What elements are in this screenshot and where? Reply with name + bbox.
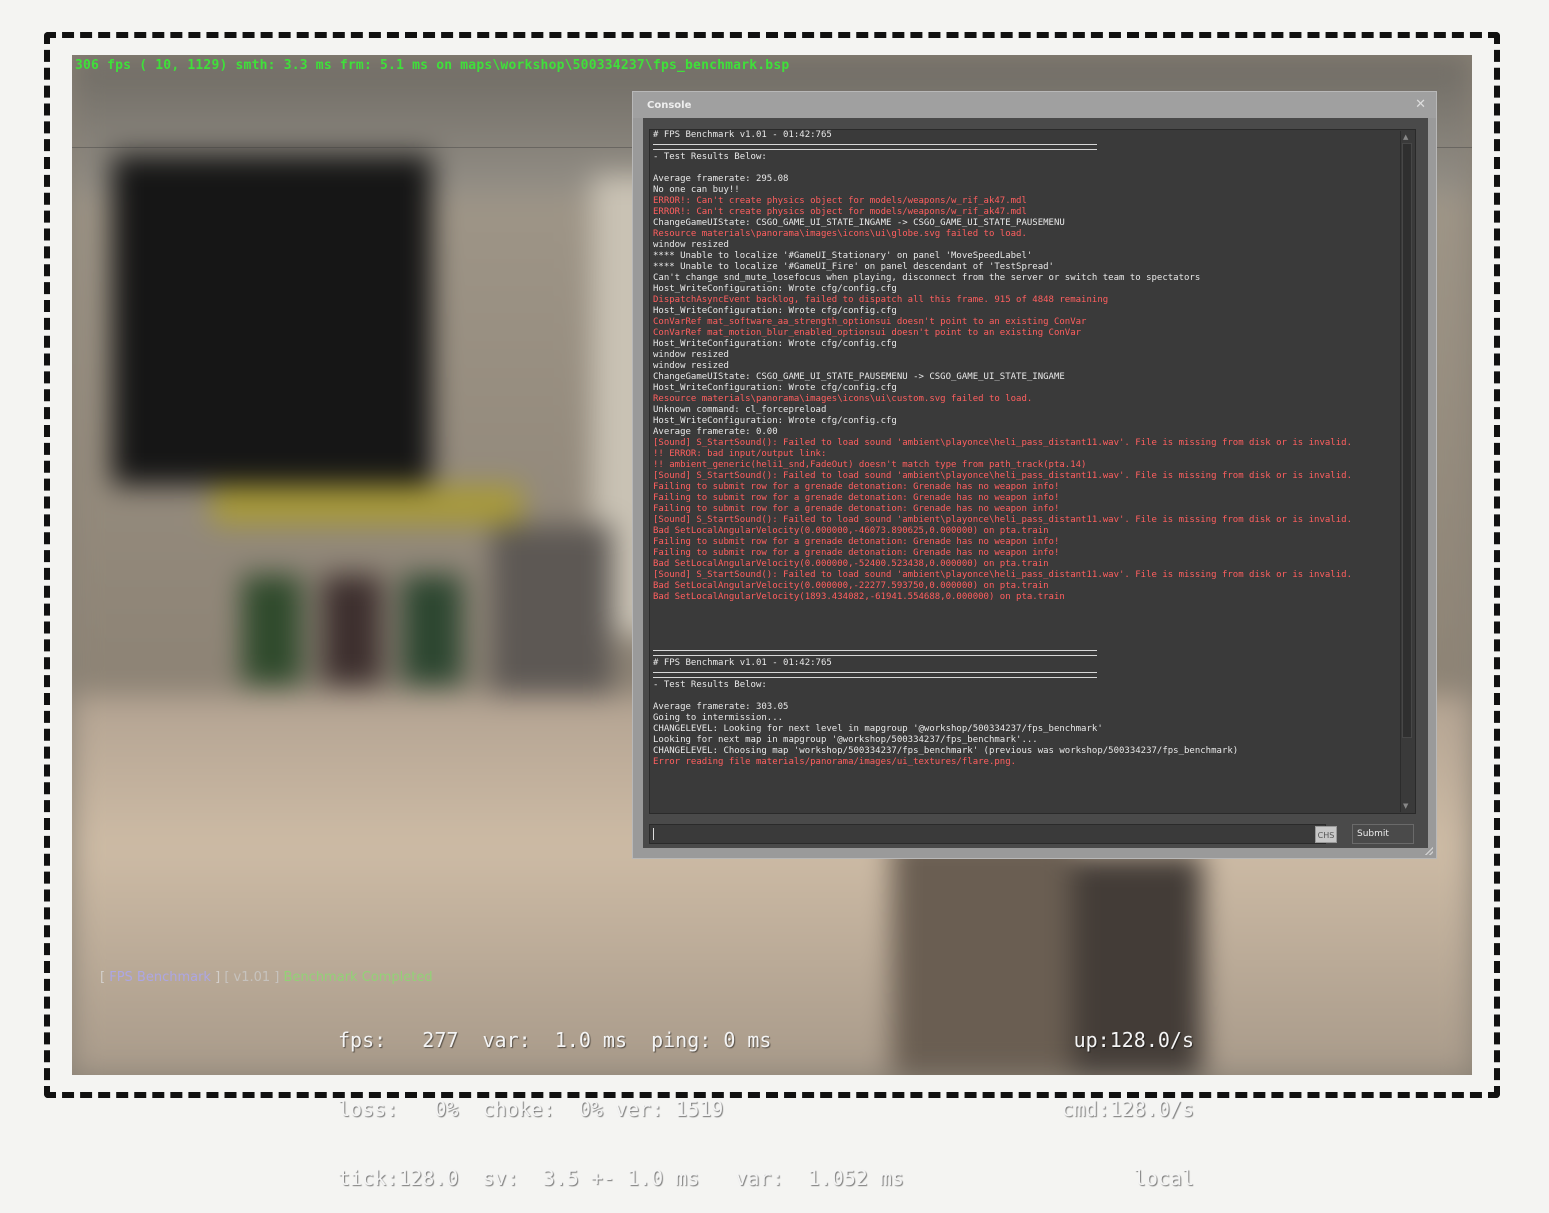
log-line: Bad SetLocalAngularVelocity(1893.434082,… — [653, 592, 1065, 602]
log-line: Failing to submit row for a grenade deto… — [653, 482, 1060, 492]
log-line: Failing to submit row for a grenade deto… — [653, 493, 1060, 503]
console-titlebar[interactable]: Console ✕ — [633, 92, 1436, 118]
netgraph-row: loss: 0% choke: 0% ver: 1519 — [338, 1097, 724, 1121]
netgraph-right: up:128.0/s cmd:128.0/s local — [1050, 983, 1194, 1213]
log-line: [Sound] S_StartSound(): Failed to load s… — [653, 570, 1352, 580]
log-line: Going to intermission... — [653, 713, 784, 723]
log-separator — [653, 669, 1393, 680]
log-line: - Test Results Below: — [653, 152, 767, 162]
log-separator — [653, 647, 1393, 658]
log-line: ChangeGameUIState: CSGO_GAME_UI_STATE_PA… — [653, 372, 1065, 382]
log-separator — [653, 141, 1393, 152]
console-command-input[interactable] — [649, 824, 1326, 844]
console-body: # FPS Benchmark v1.01 - 01:42:765 - Test … — [643, 118, 1428, 848]
log-line: Failing to submit row for a grenade deto… — [653, 537, 1060, 547]
log-line: Can't change snd_mute_losefocus when pla… — [653, 273, 1201, 283]
log-line: ConVarRef mat_motion_blur_enabled_option… — [653, 328, 1082, 338]
log-line: ConVarRef mat_software_aa_strength_optio… — [653, 317, 1087, 327]
log-line: DispatchAsyncEvent backlog, failed to di… — [653, 295, 1109, 305]
bracket-open: [ — [100, 970, 106, 985]
submit-button[interactable]: Submit — [1352, 824, 1414, 844]
log-line: Host_WriteConfiguration: Wrote cfg/confi… — [653, 383, 897, 393]
benchmark-version: [ v1.01 ] — [224, 970, 280, 985]
console-log-lines: # FPS Benchmark v1.01 - 01:42:765 - Test … — [653, 130, 1393, 768]
log-line: ERROR!: Can't create physics object for … — [653, 207, 1027, 217]
resize-grip-icon[interactable] — [1425, 847, 1433, 855]
log-line: window resized — [653, 361, 729, 371]
scroll-down-icon[interactable]: ▼ — [1403, 802, 1408, 810]
log-line: CHANGELEVEL: Choosing map 'workshop/5003… — [653, 746, 1239, 756]
log-line: CHANGELEVEL: Looking for next level in m… — [653, 724, 1103, 734]
log-line: Unknown command: cl_forcepreload — [653, 405, 827, 415]
log-line: window resized — [653, 240, 729, 250]
netgraph-row: local — [1133, 1166, 1194, 1190]
log-line: [Sound] S_StartSound(): Failed to load s… — [653, 438, 1352, 448]
netgraph-row: tick:128.0 sv: 3.5 +- 1.0 ms var: 1.052 … — [338, 1166, 904, 1190]
log-line: Host_WriteConfiguration: Wrote cfg/confi… — [653, 284, 897, 294]
netgraph-row: fps: 277 var: 1.0 ms ping: 0 ms — [338, 1028, 772, 1052]
fps-readout: 306 fps ( 10, 1129) smth: 3.3 ms frm: 5.… — [75, 58, 790, 73]
log-line: window resized — [653, 350, 729, 360]
log-line: !! ambient_generic(heli1_snd,FadeOut) do… — [653, 460, 1087, 470]
console-title: Console — [647, 100, 692, 111]
log-line: No one can buy!! — [653, 185, 740, 195]
log-line: **** Unable to localize '#GameUI_Station… — [653, 251, 1033, 261]
log-line: Failing to submit row for a grenade deto… — [653, 548, 1060, 558]
log-line: Average framerate: 303.05 — [653, 702, 789, 712]
scroll-thumb[interactable] — [1402, 143, 1412, 738]
close-icon[interactable]: ✕ — [1415, 97, 1426, 112]
log-line: Failing to submit row for a grenade deto… — [653, 504, 1060, 514]
log-line: Bad SetLocalAngularVelocity(0.000000,-46… — [653, 526, 1049, 536]
log-line: # FPS Benchmark v1.01 - 01:42:765 — [653, 658, 832, 668]
log-line: Bad SetLocalAngularVelocity(0.000000,-22… — [653, 581, 1049, 591]
netgraph-left: fps: 277 var: 1.0 ms ping: 0 ms loss: 0%… — [338, 983, 904, 1213]
log-line: ChangeGameUIState: CSGO_GAME_UI_STATE_IN… — [653, 218, 1065, 228]
benchmark-name: FPS Benchmark — [109, 970, 211, 985]
log-line: Host_WriteConfiguration: Wrote cfg/confi… — [653, 306, 897, 316]
log-line: - Test Results Below: — [653, 680, 767, 690]
log-line: Host_WriteConfiguration: Wrote cfg/confi… — [653, 339, 897, 349]
netgraph-row: cmd:128.0/s — [1061, 1097, 1194, 1121]
log-line: [Sound] S_StartSound(): Failed to load s… — [653, 471, 1352, 481]
log-line: Average framerate: 0.00 — [653, 427, 778, 437]
log-line: Average framerate: 295.08 — [653, 174, 789, 184]
log-line: **** Unable to localize '#GameUI_Fire' o… — [653, 262, 1054, 272]
console-log[interactable]: # FPS Benchmark v1.01 - 01:42:765 - Test … — [649, 129, 1416, 814]
log-line: Resource materials\panorama\images\icons… — [653, 229, 1027, 239]
log-line: !! ERROR: bad input/output link: — [653, 449, 827, 459]
bracket-close: ] — [215, 970, 221, 985]
log-line: Bad SetLocalAngularVelocity(0.000000,-52… — [653, 559, 1049, 569]
log-line: Resource materials\panorama\images\icons… — [653, 394, 1033, 404]
log-line: Host_WriteConfiguration: Wrote cfg/confi… — [653, 416, 897, 426]
log-line: Error reading file materials/panorama/im… — [653, 757, 1017, 767]
console-scrollbar[interactable]: ▲ ▼ — [1400, 131, 1414, 812]
ime-indicator[interactable]: CHS — [1315, 826, 1337, 843]
log-line: # FPS Benchmark v1.01 - 01:42:765 — [653, 130, 832, 140]
scroll-up-icon[interactable]: ▲ — [1403, 133, 1408, 141]
text-cursor — [653, 828, 654, 840]
console-window[interactable]: Console ✕ # FPS Benchmark v1.01 - 01:42:… — [632, 91, 1437, 859]
log-line: ERROR!: Can't create physics object for … — [653, 196, 1027, 206]
netgraph-row: up:128.0/s — [1073, 1028, 1194, 1052]
log-line: [Sound] S_StartSound(): Failed to load s… — [653, 515, 1352, 525]
log-line: Looking for next map in mapgroup '@works… — [653, 735, 1038, 745]
